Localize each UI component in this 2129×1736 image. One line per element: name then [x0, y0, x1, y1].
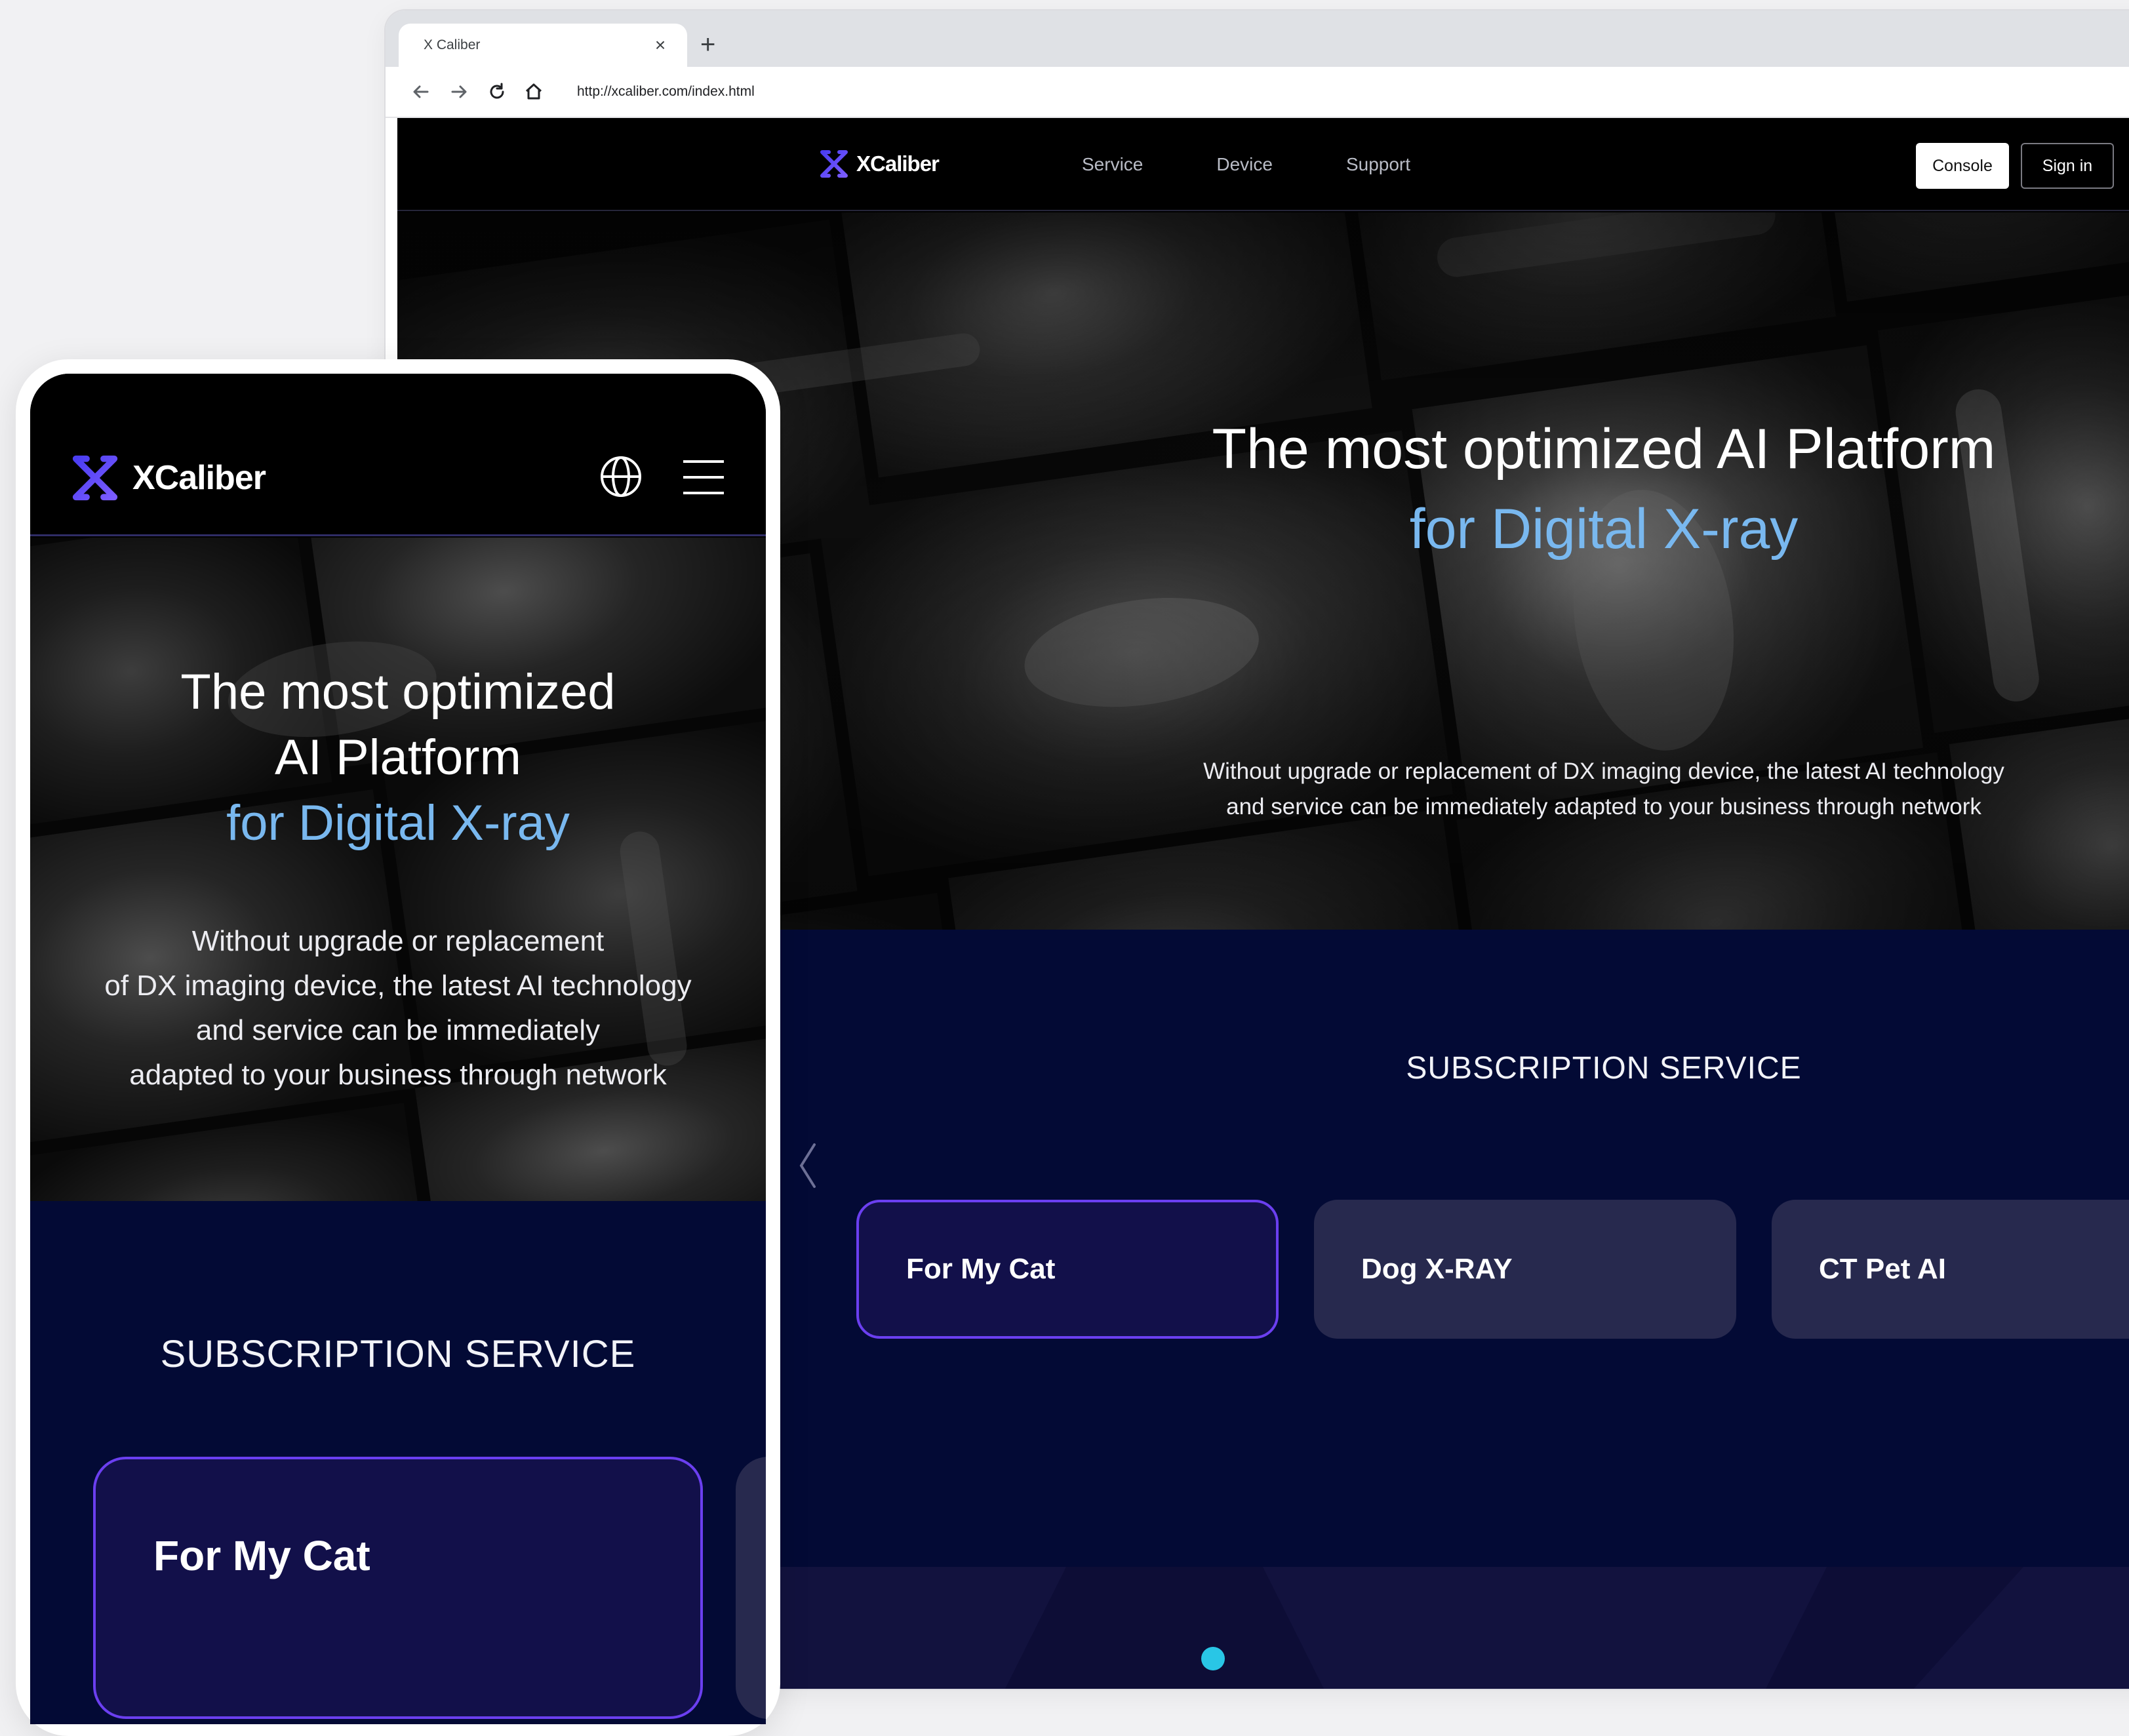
- back-arrow-icon[interactable]: [408, 79, 434, 105]
- browser-tab[interactable]: X Caliber ×: [399, 24, 687, 67]
- mobile-subscription-card-for-my-cat[interactable]: For My Cat: [93, 1457, 703, 1719]
- hero-title-line2: for Digital X-ray: [1409, 498, 1799, 561]
- mobile-hero-section: The most optimized AI Platform for Digit…: [30, 538, 766, 1201]
- hero-subtitle: Without upgrade or replacement of DX ima…: [1073, 754, 2129, 825]
- mobile-device-frame: XCaliber The most optimized AI Platform …: [16, 359, 780, 1736]
- close-icon[interactable]: ×: [650, 36, 670, 54]
- forward-arrow-icon[interactable]: [446, 79, 472, 105]
- mobile-hero-subtitle-line1: Without upgrade or replacement: [191, 925, 605, 957]
- subscription-card-dog-xray[interactable]: Dog X-RAY: [1314, 1200, 1736, 1339]
- mobile-subscription-section: SUBSCRIPTION SERVICE For My Cat: [30, 1201, 766, 1724]
- reload-icon[interactable]: [484, 79, 510, 105]
- hero-headline: The most optimized AI Platform for Digit…: [1086, 409, 2122, 569]
- nav-item-device[interactable]: Device: [1216, 154, 1273, 175]
- browser-tab-bar: X Caliber × +: [386, 10, 2129, 67]
- mobile-header: XCaliber: [30, 374, 766, 536]
- hero-subtitle-line1: Without upgrade or replacement of DX ima…: [1203, 759, 2004, 784]
- subscription-card-for-my-cat[interactable]: For My Cat: [856, 1200, 1279, 1339]
- home-icon[interactable]: [521, 79, 547, 105]
- nav-item-support[interactable]: Support: [1346, 154, 1410, 175]
- mobile-subscription-card-next[interactable]: [736, 1457, 766, 1719]
- mobile-hero-subtitle: Without upgrade or replacement of DX ima…: [30, 919, 766, 1097]
- plus-icon[interactable]: +: [700, 31, 715, 58]
- xcaliber-logo-icon: [820, 150, 848, 178]
- subscription-card-ct-pet-ai[interactable]: CT Pet AI: [1772, 1200, 2129, 1339]
- address-bar[interactable]: http://xcaliber.com/index.html: [561, 75, 2129, 109]
- xcaliber-logo-icon: [72, 455, 118, 501]
- nav-item-service[interactable]: Service: [1082, 154, 1143, 175]
- signin-button[interactable]: Sign in: [2021, 143, 2114, 189]
- site-logo[interactable]: XCaliber: [818, 148, 940, 180]
- mobile-screen: XCaliber The most optimized AI Platform …: [30, 374, 766, 1724]
- mobile-hero-subtitle-line3: and service can be immediately: [195, 1014, 601, 1046]
- mobile-hero-subtitle-line2: of DX imaging device, the latest AI tech…: [104, 970, 692, 1002]
- hero-title-line1: The most optimized AI Platform: [1212, 418, 1996, 481]
- mobile-hero-headline: The most optimized AI Platform for Digit…: [30, 660, 766, 856]
- browser-toolbar: http://xcaliber.com/index.html: [386, 67, 2129, 118]
- mobile-logo-text: XCaliber: [132, 459, 266, 497]
- carousel-prev-icon[interactable]: [795, 1139, 821, 1195]
- tab-title: X Caliber: [424, 37, 481, 52]
- mobile-xray-background-image: [30, 538, 766, 1201]
- logo-text: XCaliber: [856, 151, 940, 176]
- mobile-subscription-title: SUBSCRIPTION SERVICE: [160, 1333, 636, 1375]
- main-nav: Service Device Support: [1082, 118, 1484, 211]
- mobile-hero-title-line1: The most optimized: [180, 664, 616, 720]
- subscription-title: SUBSCRIPTION SERVICE: [1406, 1051, 1802, 1086]
- hero-subtitle-line2: and service can be immediately adapted t…: [1226, 794, 1981, 819]
- hamburger-menu-icon[interactable]: [681, 458, 726, 500]
- mobile-hero-title-line3: for Digital X-ray: [226, 795, 570, 851]
- site-header: XCaliber Service Device Support Console …: [397, 118, 2129, 211]
- mobile-hero-title-line2: AI Platform: [275, 730, 521, 785]
- mobile-hero-subtitle-line4: adapted to your business through network: [129, 1059, 667, 1091]
- console-button[interactable]: Console: [1916, 143, 2009, 189]
- mobile-logo[interactable]: XCaliber: [70, 452, 266, 503]
- globe-icon[interactable]: [599, 455, 643, 502]
